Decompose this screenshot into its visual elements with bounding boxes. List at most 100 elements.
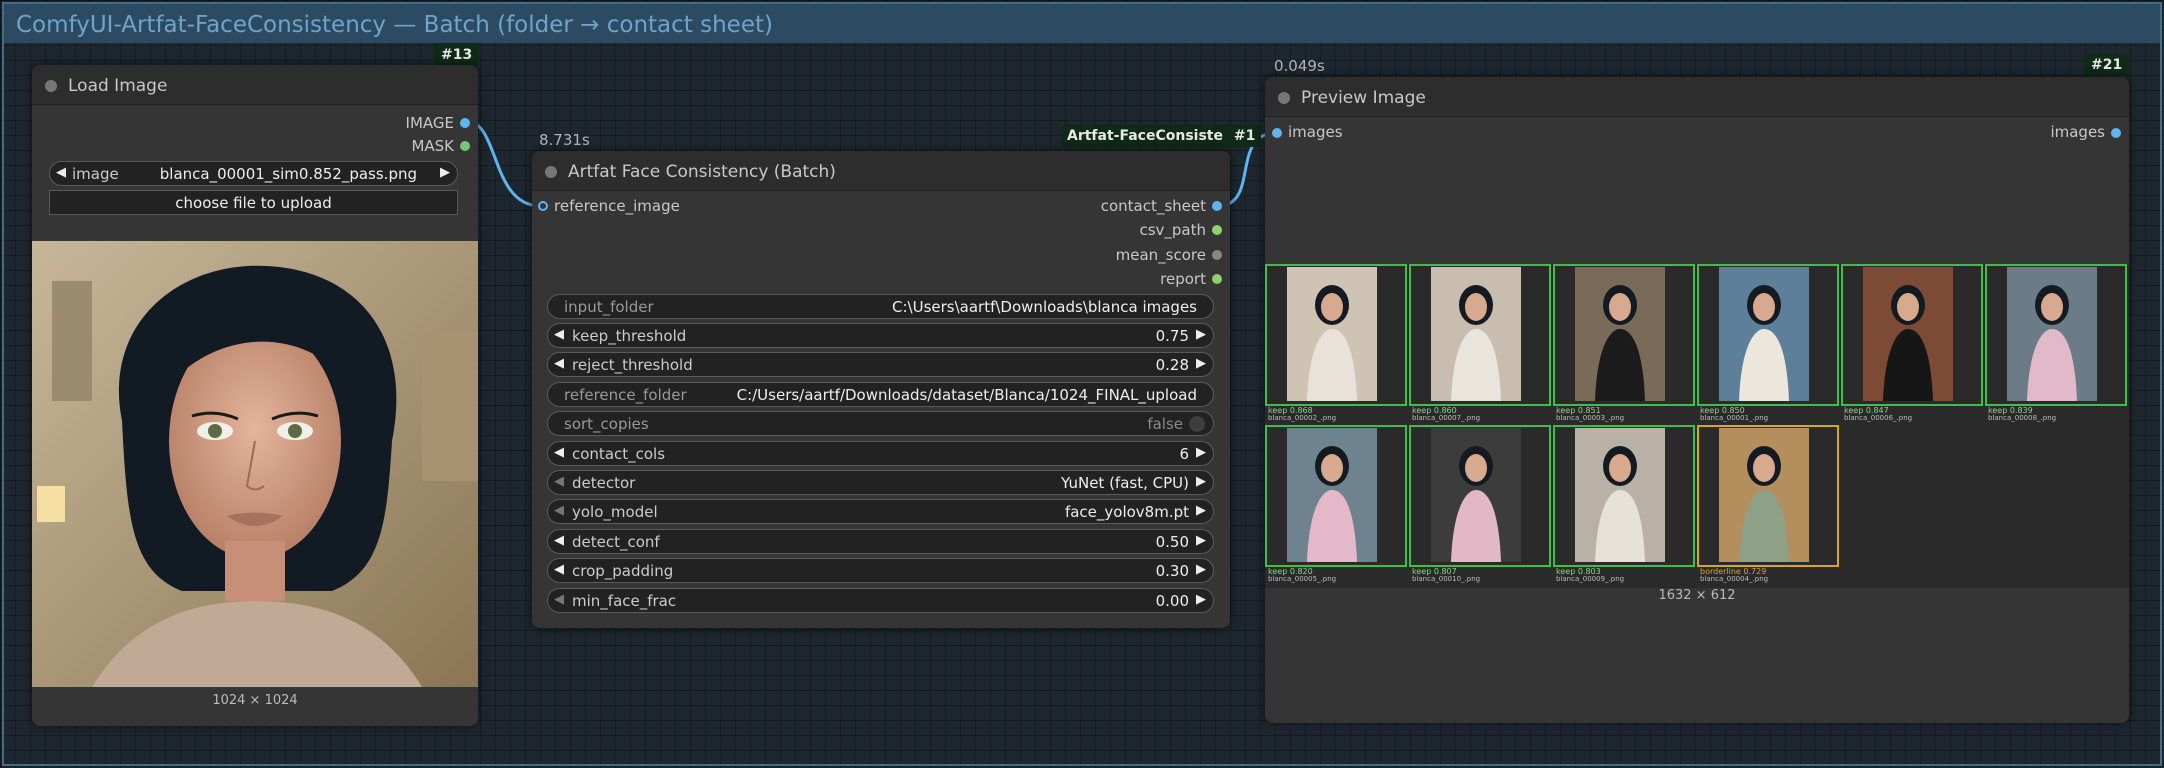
keep-threshold-widget[interactable]: ◀ keep_threshold 0.75 ▶ [547,323,1214,348]
arrow-left-icon[interactable]: ◀ [56,165,66,180]
face-consistency-node[interactable]: Artfat Face Consistency (Batch) referenc… [532,151,1230,628]
min-face-frac-widget[interactable]: ◀ min_face_frac 0.00 ▶ [547,588,1214,613]
arrow-left-icon[interactable]: ◀ [554,503,564,518]
output-slot-mean-score[interactable] [1212,250,1222,260]
output-label-images: images [2050,123,2105,141]
crop-padding-widget[interactable]: ◀ crop_padding 0.30 ▶ [547,558,1214,583]
widget-value: 0.75 [1155,327,1189,345]
widget-value: YuNet (fast, CPU) [1061,474,1189,492]
contact-thumb [1409,264,1551,406]
input-label-reference-image: reference_image [554,197,680,215]
thumb-filename: blanca_00010_.png [1412,575,1481,583]
contact-thumb [1265,425,1407,567]
widget-value: C:/Users/aartf/Downloads/dataset/Blanca/… [736,386,1197,404]
arrow-left-icon[interactable]: ◀ [554,474,564,489]
loaded-image-preview [32,241,478,687]
increment-icon[interactable]: ▶ [1196,356,1206,371]
increment-icon[interactable]: ▶ [1196,592,1206,607]
output-label-csv-path: csv_path [1139,221,1206,239]
status-border [1697,264,1839,406]
widget-label: contact_cols [572,445,666,463]
output-label-mean-score: mean_score [1115,246,1206,264]
contact-cols-widget[interactable]: ◀ contact_cols 6 ▶ [547,441,1214,466]
yolo-model-combo[interactable]: ◀ yolo_model face_yolov8m.pt ▶ [547,499,1214,524]
arrow-right-icon[interactable]: ▶ [440,165,450,180]
status-border [1985,264,2127,406]
widget-value: C:\Users\aartf\Downloads\blanca images [892,298,1197,316]
node-header[interactable]: Load Image [32,65,478,105]
collapse-dot-icon[interactable] [1278,92,1290,104]
input-folder-field[interactable]: input_folder C:\Users\aartf\Downloads\bl… [547,294,1214,319]
node-header[interactable]: Preview Image [1265,77,2129,117]
widget-label: sort_copies [564,415,649,433]
output-slot-mask[interactable] [460,141,470,151]
output-label-report: report [1160,270,1206,288]
decrement-icon[interactable]: ◀ [554,445,564,460]
decrement-icon[interactable]: ◀ [554,356,564,371]
image-dimensions: 1024 × 1024 [212,693,298,708]
decrement-icon[interactable]: ◀ [554,592,564,607]
output-slot-image[interactable] [460,118,470,128]
load-image-node[interactable]: Load Image IMAGE MASK ◀ image blanca_000… [32,65,478,726]
node-title: Preview Image [1301,88,1426,108]
choose-file-button[interactable]: choose file to upload [49,190,458,215]
status-border [1265,425,1407,567]
contact-thumb [1697,264,1839,406]
widget-label: image [72,165,119,183]
output-label-mask: MASK [411,137,454,155]
increment-icon[interactable]: ▶ [1196,445,1206,460]
toggle-switch-icon[interactable] [1189,416,1205,432]
increment-icon[interactable]: ▶ [1196,533,1206,548]
widget-label: reject_threshold [572,356,693,374]
widget-label: min_face_frac [572,592,677,610]
widget-value: face_yolov8m.pt [1064,503,1189,521]
arrow-right-icon[interactable]: ▶ [1196,503,1206,518]
output-slot-contact-sheet[interactable] [1212,201,1222,211]
thumb-filename: blanca_00007_.png [1412,414,1481,422]
contact-thumb [1553,425,1695,567]
detector-combo[interactable]: ◀ detector YuNet (fast, CPU) ▶ [547,470,1214,495]
arrow-right-icon[interactable]: ▶ [1196,474,1206,489]
node-id-badge: #13 [434,44,480,66]
input-slot-images[interactable] [1272,128,1282,138]
preview-image-node[interactable]: Preview Image images images 1632 × 612 k… [1265,77,2129,723]
collapse-dot-icon[interactable] [545,166,557,178]
thumb-filename: blanca_00005_.png [1268,575,1337,583]
widget-value: 0.28 [1155,356,1189,374]
contact-thumb [1553,264,1695,406]
thumb-filename: blanca_00002_.png [1268,414,1337,422]
output-label-image: IMAGE [405,114,454,132]
status-border [1409,425,1551,567]
status-border [1553,264,1695,406]
node-header[interactable]: Artfat Face Consistency (Batch) [532,151,1230,191]
detect-conf-widget[interactable]: ◀ detect_conf 0.50 ▶ [547,529,1214,554]
status-border [1553,425,1695,567]
status-border [1697,425,1839,567]
decrement-icon[interactable]: ◀ [554,533,564,548]
decrement-icon[interactable]: ◀ [554,562,564,577]
thumb-filename: blanca_00009_.png [1556,575,1625,583]
image-select-widget[interactable]: ◀ image blanca_00001_sim0.852_pass.png ▶ [49,161,458,186]
collapse-dot-icon[interactable] [45,80,57,92]
output-slot-csv-path[interactable] [1212,225,1222,235]
reference-folder-field[interactable]: reference_folder C:/Users/aartf/Download… [547,382,1214,407]
status-border [1265,264,1407,406]
increment-icon[interactable]: ▶ [1196,562,1206,577]
widget-value: 0.50 [1155,533,1189,551]
reject-threshold-widget[interactable]: ◀ reject_threshold 0.28 ▶ [547,352,1214,377]
widget-value: 0.00 [1155,592,1189,610]
sort-copies-toggle[interactable]: sort_copies false [547,411,1214,436]
execution-time: 8.731s [539,131,590,149]
input-label-images: images [1288,123,1343,141]
widget-value: blanca_00001_sim0.852_pass.png [159,165,417,183]
node-type-badge: Artfat-FaceConsiste #1 [1061,125,1262,147]
decrement-icon[interactable]: ◀ [554,327,564,342]
output-label-contact-sheet: contact_sheet [1100,197,1206,215]
widget-label: crop_padding [572,562,674,580]
increment-icon[interactable]: ▶ [1196,327,1206,342]
output-slot-images[interactable] [2111,128,2121,138]
output-slot-report[interactable] [1212,274,1222,284]
input-slot-reference-image[interactable] [538,201,548,211]
contact-thumb [1265,264,1407,406]
thumb-filename: blanca_00001_.png [1700,414,1769,422]
